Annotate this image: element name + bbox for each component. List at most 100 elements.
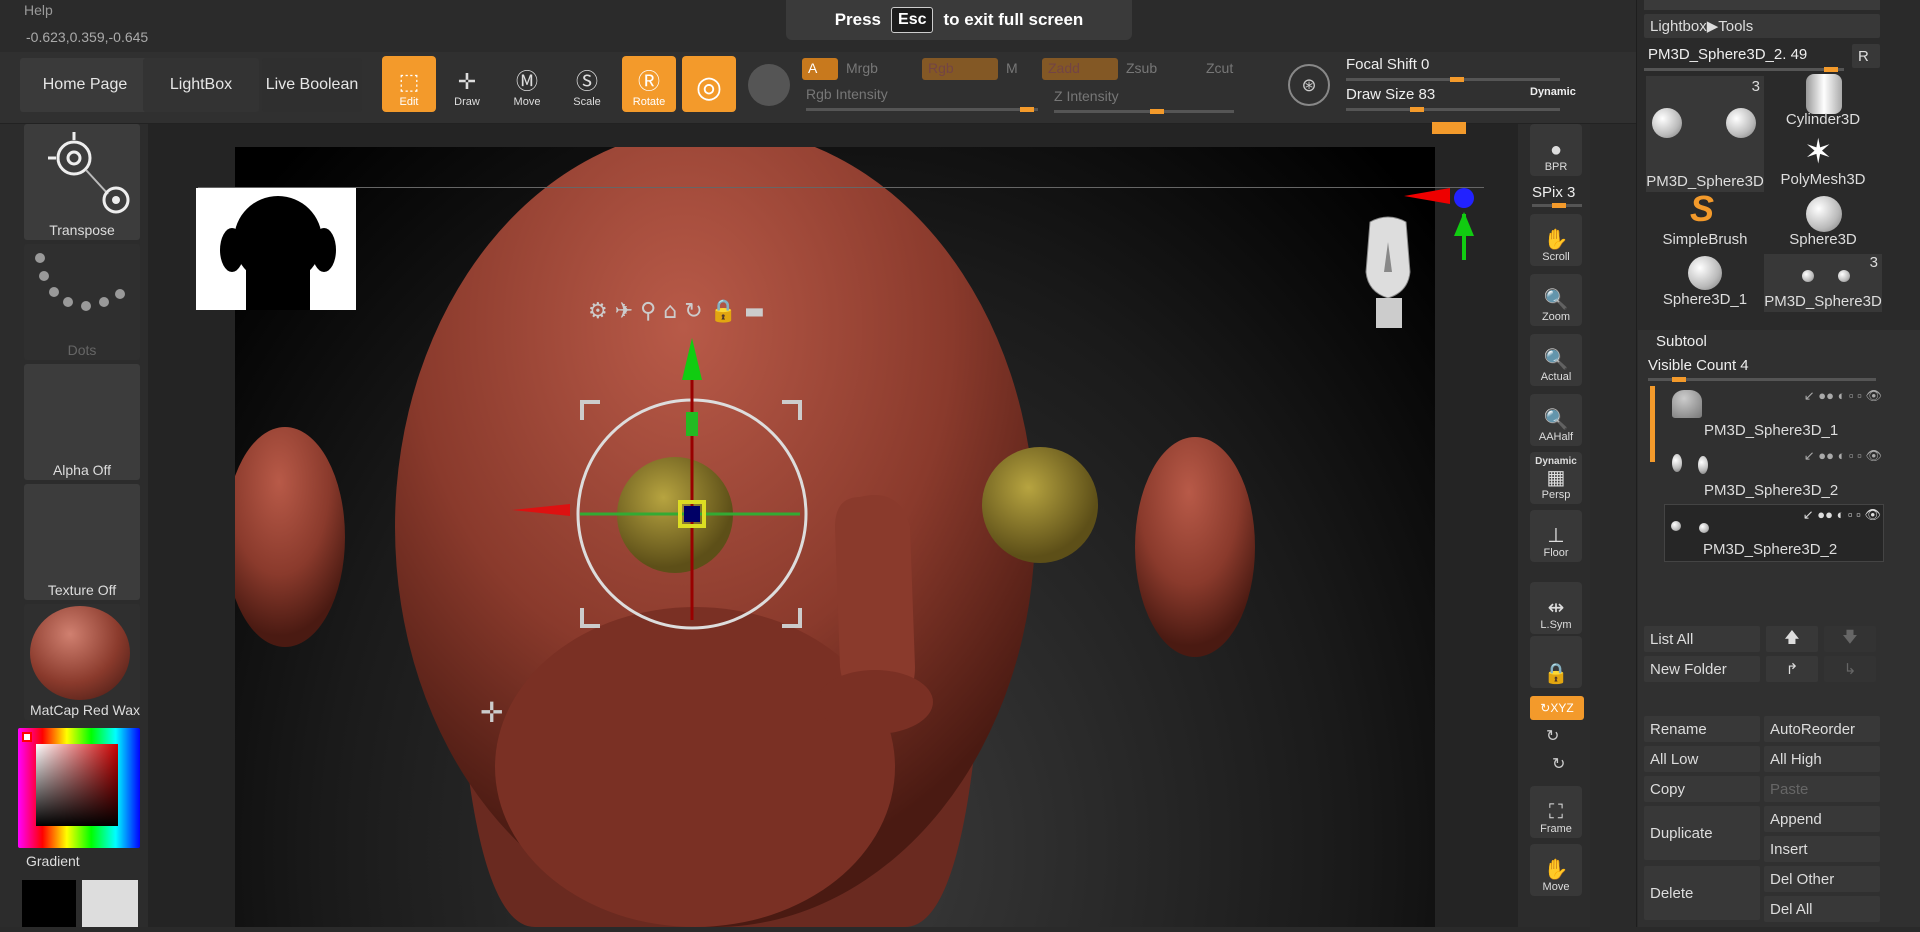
texture-label: Texture Off	[47, 582, 117, 598]
tool-thumb-cylinder[interactable]: Cylinder3D	[1764, 72, 1882, 130]
edit-button[interactable]: ⬚ Edit	[382, 56, 436, 112]
persp-button[interactable]: Dynamic ▦ Persp	[1530, 452, 1582, 504]
move-hand-icon: ✋	[1543, 859, 1569, 881]
r-button[interactable]: R	[1852, 44, 1880, 68]
frame-button[interactable]: ⛶ Frame	[1530, 786, 1582, 838]
scroll-hand-icon: ✋	[1543, 229, 1569, 251]
aahalf-icon: 🔍	[1543, 409, 1569, 431]
alpha-label: Alpha Off	[52, 462, 112, 478]
insert-button[interactable]: Insert	[1764, 836, 1880, 862]
delete-button[interactable]: Delete	[1644, 866, 1760, 920]
autoreorder-button[interactable]: AutoReorder	[1764, 716, 1880, 742]
floor-button[interactable]: ⊥ Floor	[1530, 510, 1582, 562]
silhouette-preview	[196, 188, 356, 310]
gizmo-toolbar[interactable]: ⚙ ✈ ⚲ ⌂ ↻ 🔒 ▬	[588, 299, 765, 324]
subtool-header[interactable]: Subtool	[1656, 333, 1707, 350]
live-boolean-button[interactable]: Live Boolean	[262, 58, 362, 112]
rotate-button[interactable]: Ⓡ Rotate	[622, 56, 676, 112]
tool-slider[interactable]	[1644, 67, 1844, 72]
lightbox-tools-button[interactable]: Lightbox▶Tools	[1644, 14, 1880, 38]
visible-count-slider[interactable]	[1648, 377, 1876, 382]
subtool-scroll-indicator[interactable]	[1650, 386, 1655, 462]
scroll-button[interactable]: ✋ Scroll	[1530, 214, 1582, 266]
all-low-button[interactable]: All Low	[1644, 746, 1760, 772]
transpose-gizmo[interactable]: ⚙ ✈ ⚲ ⌂ ↻ 🔒 ▬	[500, 290, 830, 630]
material-sphere-icon[interactable]	[748, 64, 790, 106]
main-color-swatch[interactable]	[22, 880, 76, 927]
tool-thumb-simplebrush[interactable]: S SimpleBrush	[1646, 188, 1764, 250]
color-picker[interactable]	[18, 728, 140, 848]
m-button[interactable]: M	[1006, 60, 1018, 76]
return-arrow-icon[interactable]: ↳	[1824, 656, 1876, 682]
rotate-z-icon[interactable]: ↻	[1552, 754, 1565, 774]
subtool-row[interactable]: ↙ ●● ◐ ▫ ▫ 👁 PM3D_Sphere3D_2	[1666, 446, 1884, 504]
color-square[interactable]	[36, 744, 118, 826]
visibility-eye-icon[interactable]: ↙ ●● ◐ ▫ ▫ 👁	[1804, 388, 1882, 404]
dynamic-toggle[interactable]: Dynamic	[1530, 86, 1576, 98]
zsub-button[interactable]: Zsub	[1126, 60, 1157, 76]
zoom-button[interactable]: 🔍 Zoom	[1530, 274, 1582, 326]
tool-thumb-pm3d-sphere-2[interactable]: 3 PM3D_Sphere3D	[1764, 254, 1882, 312]
transpose-brush-button[interactable]: Transpose	[24, 124, 140, 240]
duplicate-button[interactable]: Duplicate	[1644, 806, 1760, 860]
rgb-intensity-slider[interactable]	[806, 107, 1038, 112]
focal-shift-slider[interactable]	[1346, 77, 1560, 82]
del-all-button[interactable]: Del All	[1764, 896, 1880, 922]
draw-size-slider[interactable]	[1346, 107, 1560, 112]
spix-slider[interactable]	[1532, 203, 1582, 208]
new-folder-button[interactable]: New Folder	[1644, 656, 1760, 682]
lock-button[interactable]: 🔒	[1530, 636, 1582, 688]
rotate-y-icon[interactable]: ↻	[1546, 726, 1559, 746]
subtool-row-selected[interactable]: ↙ ●● ◐ ▫ ▫ 👁 PM3D_Sphere3D_2	[1664, 504, 1884, 562]
z-intensity-slider[interactable]	[1054, 109, 1234, 114]
move-button[interactable]: Ⓜ Move	[500, 56, 554, 112]
mrgb-button[interactable]: Mrgb	[846, 60, 878, 76]
list-all-button[interactable]: List All	[1644, 626, 1760, 652]
tool-thumb-sphere[interactable]: Sphere3D	[1764, 192, 1882, 250]
append-button[interactable]: Append	[1764, 806, 1880, 832]
bpr-button[interactable]: ● BPR	[1530, 124, 1582, 176]
rgb-button[interactable]: Rgb	[922, 58, 998, 80]
texture-button[interactable]: Texture Off	[24, 484, 140, 600]
move-up-arrow-icon[interactable]: 🡅	[1766, 626, 1818, 652]
floor-icon: ⊥	[1547, 525, 1565, 547]
all-high-button[interactable]: All High	[1764, 746, 1880, 772]
help-menu[interactable]: Help	[24, 2, 53, 18]
move-down-arrow-icon[interactable]: 🡇	[1824, 626, 1876, 652]
lightbox-button[interactable]: LightBox	[143, 58, 259, 112]
paste-button[interactable]: Paste	[1764, 776, 1880, 802]
material-button[interactable]: MatCap Red Wax	[24, 604, 140, 720]
persp-grid-icon: ▦	[1546, 467, 1566, 489]
lsym-icon: ⇹	[1547, 597, 1565, 619]
lsym-button[interactable]: ⇹ L.Sym	[1530, 582, 1582, 634]
gyro-button[interactable]: ◎	[682, 56, 736, 112]
zadd-button[interactable]: Zadd	[1042, 58, 1118, 80]
frame-icon: ⛶	[1549, 801, 1563, 823]
del-other-button[interactable]: Del Other	[1764, 866, 1880, 892]
tool-thumb-polymesh[interactable]: ✶ PolyMesh3D	[1764, 132, 1882, 190]
draw-button[interactable]: ✛ Draw	[440, 56, 494, 112]
dots-stroke-icon	[35, 253, 125, 311]
xyz-button[interactable]: ↻XYZ	[1530, 696, 1584, 720]
scale-button[interactable]: Ⓢ Scale	[560, 56, 614, 112]
visibility-eye-icon[interactable]: ↙ ●● ◐ ▫ ▫ 👁	[1804, 448, 1882, 464]
secondary-color-swatch[interactable]	[82, 880, 138, 927]
tool-thumb-pm3d-sphere[interactable]: 3 PM3D_Sphere3D	[1646, 76, 1764, 192]
redo-arrow-icon[interactable]: ↱	[1766, 656, 1818, 682]
stroke-settings-icon[interactable]: ⊛	[1288, 64, 1330, 106]
aahalf-button[interactable]: 🔍 AAHalf	[1530, 394, 1582, 446]
rename-button[interactable]: Rename	[1644, 716, 1760, 742]
zcut-button[interactable]: Zcut	[1206, 60, 1233, 76]
copy-button[interactable]: Copy	[1644, 776, 1760, 802]
document-canvas[interactable]	[225, 127, 1435, 927]
actual-button[interactable]: 🔍 Actual	[1530, 334, 1582, 386]
a-button[interactable]: A	[802, 58, 838, 80]
axis-gizmo[interactable]	[1404, 184, 1484, 264]
move-view-button[interactable]: ✋ Move	[1530, 844, 1582, 896]
stroke-dots-button[interactable]: Dots	[24, 244, 140, 360]
subtool-row[interactable]: ↙ ●● ◐ ▫ ▫ 👁 PM3D_Sphere3D_1	[1666, 386, 1884, 444]
alpha-button[interactable]: Alpha Off	[24, 364, 140, 480]
tool-thumb-sphere1[interactable]: Sphere3D_1	[1646, 252, 1764, 310]
visibility-eye-icon[interactable]: ↙ ●● ◐ ▫ ▫ 👁	[1803, 507, 1881, 523]
home-page-button[interactable]: Home Page	[20, 58, 150, 112]
